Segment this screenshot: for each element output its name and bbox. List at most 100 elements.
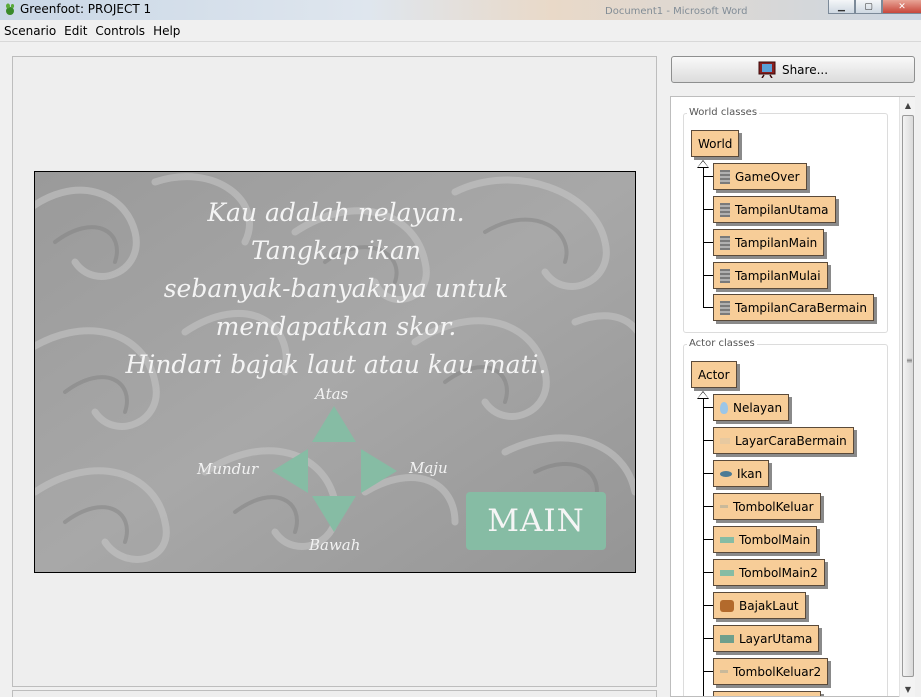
button-icon [720, 536, 734, 543]
fish-icon [720, 470, 732, 477]
scroll-thumb[interactable]: ≡ [902, 115, 914, 677]
fisherman-icon [720, 401, 728, 414]
inherit-arrow [697, 391, 709, 399]
world-image-icon [720, 300, 730, 315]
maximize-button[interactable]: ▢ [855, 0, 882, 14]
class-label: BajakLaut [739, 598, 799, 613]
instruction-line: Tangkap ikan [251, 236, 421, 265]
class-browser: World classes World GameOver TampilanUta… [670, 96, 915, 697]
grip-icon: ≡ [906, 356, 913, 365]
class-label: TampilanMain [735, 235, 818, 250]
button-icon [720, 670, 728, 673]
class-ikan[interactable]: Ikan [713, 460, 770, 487]
label-mundur: Mundur [197, 460, 259, 478]
share-button-label: Share... [781, 62, 829, 77]
tree-line [703, 407, 713, 408]
class-actor-label: Actor [698, 367, 730, 382]
class-world[interactable]: World [691, 130, 740, 157]
instruction-line: sebanyak-banyaknya untuk [163, 274, 509, 303]
arrow-down-icon [312, 496, 356, 532]
actor-classes-title: Actor classes [687, 338, 757, 349]
class-label: TombolKeluar [733, 499, 814, 514]
button-icon [720, 505, 728, 508]
class-tampilancarabermain[interactable]: TampilanCaraBermain [713, 294, 874, 321]
class-actor[interactable]: Actor [691, 361, 737, 388]
label-atas: Atas [315, 385, 349, 403]
world-canvas[interactable]: Kau adalah nelayan. Tangkap ikan sebanya… [34, 171, 636, 573]
arrow-up-icon [312, 406, 356, 442]
button-icon [720, 569, 734, 576]
share-button[interactable]: Share... [671, 56, 915, 83]
class-pane-scrollbar[interactable]: ▲ ≡ ▼ [899, 97, 915, 697]
tree-line [703, 275, 713, 276]
tree-line [703, 473, 713, 474]
tree-line [703, 168, 704, 307]
menu-bar: Scenario Edit Controls Help [0, 21, 921, 42]
pirate-icon [720, 599, 734, 612]
greenfoot-icon [6, 3, 15, 15]
scroll-down-icon[interactable]: ▼ [900, 681, 916, 697]
class-label: Nelayan [733, 400, 783, 415]
world-image-icon [720, 268, 730, 283]
class-tombolmain[interactable]: TombolMain [713, 526, 818, 553]
tree-line [703, 307, 713, 308]
class-label: GameOver [735, 169, 800, 184]
screen-icon [720, 437, 730, 444]
share-icon [758, 61, 776, 78]
class-label: TampilanMulai [735, 268, 821, 283]
class-nelayan[interactable]: Nelayan [713, 394, 790, 421]
window-title: Greenfoot: PROJECT 1 [20, 2, 152, 16]
tree-line [703, 572, 713, 573]
label-maju: Maju [409, 459, 448, 477]
screen-icon [720, 634, 734, 643]
world-classes-title: World classes [687, 107, 760, 118]
class-tombolkeluar2[interactable]: TombolKeluar2 [713, 658, 829, 685]
minimize-button[interactable]: ▁ [828, 0, 855, 14]
menu-help[interactable]: Help [153, 24, 180, 38]
tree-line [703, 399, 704, 696]
tree-line [703, 209, 713, 210]
class-gameover[interactable]: GameOver [713, 163, 807, 190]
menu-controls[interactable]: Controls [95, 24, 145, 38]
class-tampilanmulai[interactable]: TampilanMulai [713, 262, 828, 289]
arrow-right-icon [361, 449, 397, 493]
class-layarcarabermain[interactable]: LayarCaraBermain [713, 427, 854, 454]
class-label: TombolMain [739, 532, 811, 547]
class-tombolmain2[interactable]: TombolMain2 [713, 559, 825, 586]
close-button[interactable]: ✕ [882, 0, 921, 14]
class-tampilanutama[interactable]: TampilanUtama [713, 196, 836, 223]
class-partial[interactable] [713, 691, 821, 696]
class-layarutama[interactable]: LayarUtama [713, 625, 820, 652]
label-bawah: Bawah [309, 536, 361, 554]
class-label: TombolKeluar2 [733, 664, 822, 679]
world-image-icon [720, 202, 730, 217]
tree-line [703, 638, 713, 639]
class-label: TampilanUtama [735, 202, 829, 217]
class-label: Ikan [737, 466, 763, 481]
scroll-up-icon[interactable]: ▲ [900, 97, 916, 113]
instruction-text: Kau adalah nelayan. Tangkap ikan sebanya… [35, 194, 635, 384]
tree-line [703, 605, 713, 606]
class-tampilanmain[interactable]: TampilanMain [713, 229, 825, 256]
controls-pane [12, 690, 657, 697]
class-label: TombolMain2 [739, 565, 818, 580]
instruction-line: Kau adalah nelayan. [207, 198, 465, 227]
inherit-arrow [697, 160, 709, 168]
class-tombolkeluar[interactable]: TombolKeluar [713, 493, 821, 520]
background-window-title: Document1 - Microsoft Word [605, 6, 748, 17]
menu-edit[interactable]: Edit [64, 24, 87, 38]
menu-scenario[interactable]: Scenario [4, 24, 56, 38]
tree-line [703, 671, 713, 672]
tree-line [703, 506, 713, 507]
class-bajaklaut[interactable]: BajakLaut [713, 592, 806, 619]
tree-line [703, 176, 713, 177]
main-play-button[interactable]: MAIN [466, 492, 606, 550]
window-controls: ▁ ▢ ✕ [828, 0, 921, 14]
instruction-line: Hindari bajak laut atau kau mati. [125, 350, 547, 379]
class-label: TampilanCaraBermain [735, 300, 867, 315]
world-image-icon [720, 235, 730, 250]
window-titlebar: Greenfoot: PROJECT 1 Document1 - Microso… [0, 0, 921, 20]
tree-line [703, 242, 713, 243]
class-world-label: World [698, 136, 733, 151]
arrow-left-icon [272, 449, 308, 493]
